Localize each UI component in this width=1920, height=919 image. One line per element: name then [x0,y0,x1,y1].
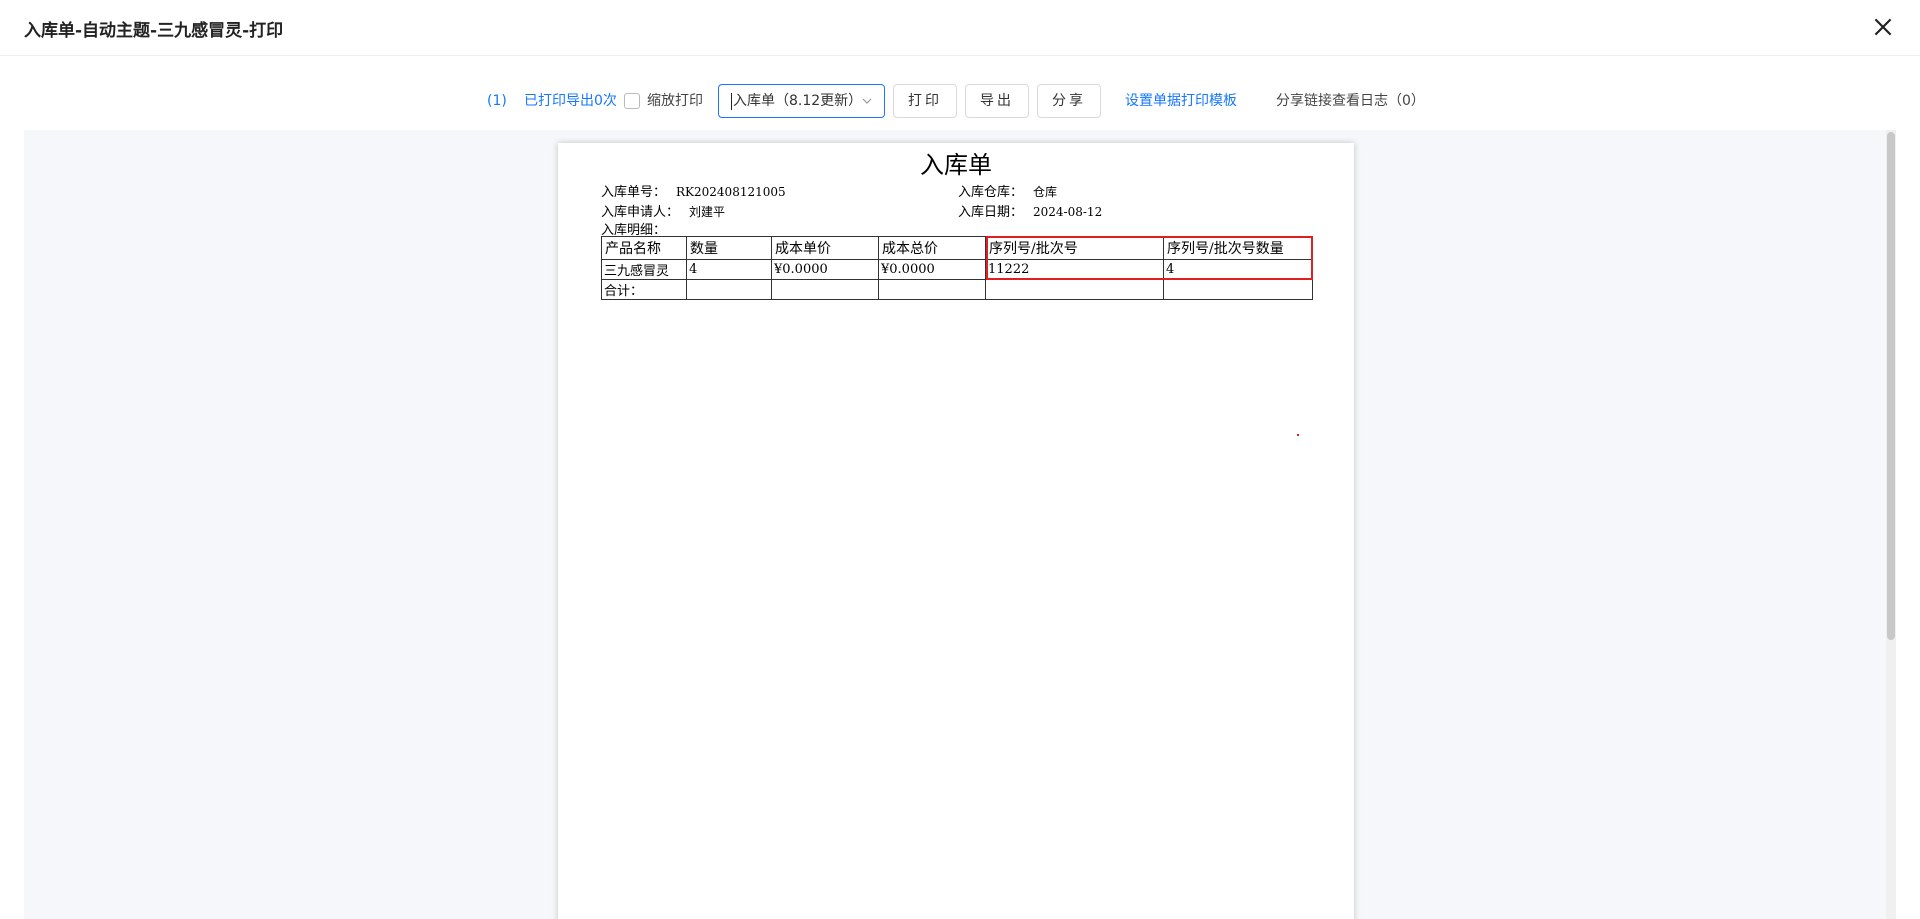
scale-print-checkbox[interactable] [624,93,640,109]
total-cell [985,279,1164,300]
text-cursor [731,93,732,110]
print-toolbar: (1) 已打印导出0次 缩放打印 入库单（8.12更新） 打印 导出 分享 设置… [0,84,1920,118]
cell-unit-cost: ¥0.0000 [771,259,879,280]
share-button[interactable]: 分享 [1037,84,1101,118]
set-print-template-link[interactable]: 设置单据打印模板 [1125,84,1237,118]
cell-product: 三九感冒灵 [601,259,687,280]
col-header-unit-cost: 成本单价 [771,236,879,260]
scrollbar-thumb[interactable] [1887,132,1895,640]
total-cell [878,279,986,300]
col-header-total-cost: 成本总价 [878,236,986,260]
warehouse-field: 入库仓库： 仓库 [958,181,1057,200]
order-no-label: 入库单号： [601,185,667,200]
col-header-quantity: 数量 [686,236,772,260]
warehouse-value: 仓库 [1033,185,1058,199]
chevron-down-icon [862,98,872,104]
template-select-value: 入库单（8.12更新） [733,93,863,109]
date-value: 2024-08-12 [1033,205,1103,219]
print-count-badge[interactable]: (1) [487,84,507,118]
print-page: 入库单 入库单号： RK202408121005 入库仓库： 仓库 入库申请人： 刘建… [558,143,1354,919]
scale-print-label[interactable]: 缩放打印 [647,84,703,118]
print-export-count-link[interactable]: 已打印导出0次 [524,84,617,118]
cell-quantity: 4 [686,259,772,280]
close-icon[interactable] [1870,14,1896,40]
total-label: 合计： [601,279,687,300]
date-field: 入库日期： 2024-08-12 [958,201,1102,220]
total-cell [686,279,772,300]
date-label: 入库日期： [958,205,1024,220]
scrollbar[interactable] [1886,130,1896,919]
applicant-label: 入库申请人： [601,205,680,220]
print-preview-area[interactable]: 入库单 入库单号： RK202408121005 入库仓库： 仓库 入库申请人： 刘建… [24,130,1896,919]
export-button[interactable]: 导出 [965,84,1029,118]
document-title: 入库单 [920,151,992,179]
share-log-link[interactable]: 分享链接查看日志（0） [1276,84,1425,118]
warehouse-label: 入库仓库： [958,185,1024,200]
total-row: 合计： [601,279,1313,300]
order-no-value: RK202408121005 [676,185,786,199]
total-cell [771,279,879,300]
cell-total-cost: ¥0.0000 [878,259,986,280]
dialog-title: 入库单-自动主题-三九感冒灵-打印 [24,21,284,41]
red-dot-mark [1297,434,1299,436]
col-header-product: 产品名称 [601,236,687,260]
order-no-field: 入库单号： RK202408121005 [601,181,786,200]
template-select[interactable]: 入库单（8.12更新） [718,84,885,118]
highlight-box [986,236,1313,280]
total-cell [1163,279,1313,300]
applicant-value: 刘建平 [689,205,726,219]
print-button[interactable]: 打印 [893,84,957,118]
dialog-header: 入库单-自动主题-三九感冒灵-打印 [0,0,1920,56]
applicant-field: 入库申请人： 刘建平 [601,201,725,220]
